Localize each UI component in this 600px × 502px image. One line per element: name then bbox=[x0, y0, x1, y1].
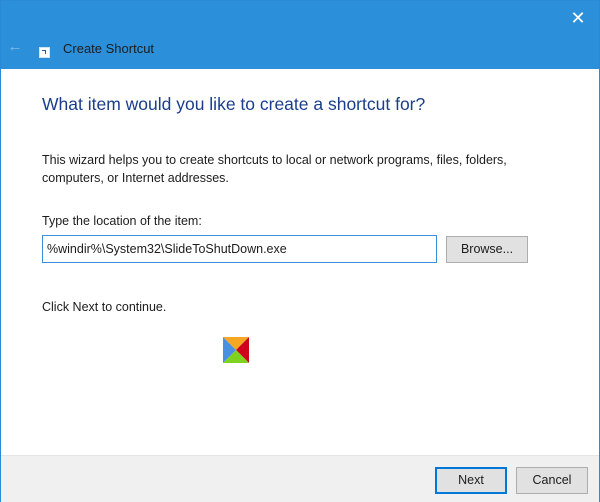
location-input[interactable] bbox=[42, 235, 437, 263]
cancel-button[interactable]: Cancel bbox=[516, 467, 588, 494]
wizard-description: This wizard helps you to create shortcut… bbox=[42, 153, 507, 185]
window-title: Create Shortcut bbox=[63, 41, 155, 56]
title-bar: ← Create Shortcut ✕ bbox=[1, 1, 599, 69]
close-icon[interactable]: ✕ bbox=[567, 7, 589, 29]
back-arrow-icon[interactable]: ← bbox=[7, 39, 23, 55]
shortcut-icon bbox=[39, 47, 50, 58]
next-button[interactable]: Next bbox=[435, 467, 507, 494]
wizard-heading: What item would you like to create a sho… bbox=[42, 94, 426, 114]
browse-button[interactable]: Browse... bbox=[446, 236, 528, 263]
wizard-footer bbox=[1, 455, 599, 502]
create-shortcut-window: ← Create Shortcut ✕ What item would you … bbox=[0, 0, 600, 502]
watermark-logo-icon bbox=[223, 337, 249, 363]
location-label: Type the location of the item: bbox=[42, 214, 202, 228]
continue-text: Click Next to continue. bbox=[42, 300, 167, 314]
